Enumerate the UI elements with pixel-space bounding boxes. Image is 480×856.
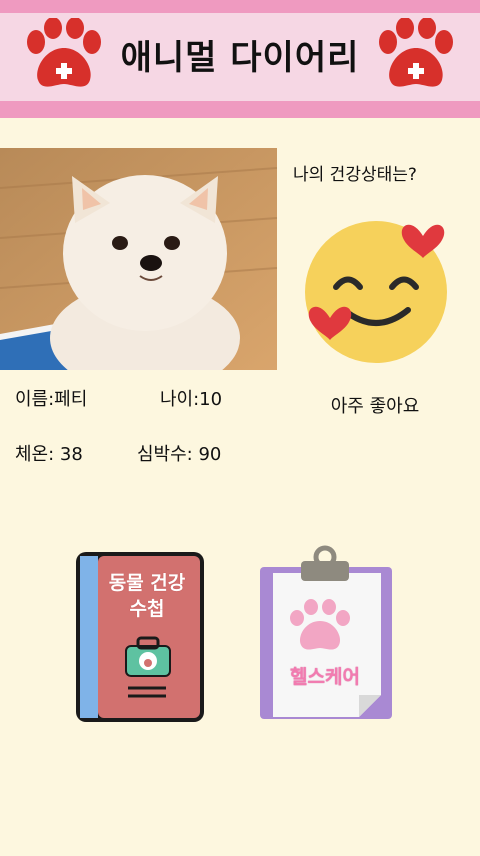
clipboard-icon [260, 545, 392, 719]
handbook-label-line1: 동물 건강 [108, 572, 186, 594]
health-status-text: 아주 좋아요 [330, 396, 420, 417]
smiling-face-with-hearts-icon [296, 212, 456, 372]
paw-medical-icon [27, 18, 101, 87]
header-top-bar [0, 0, 480, 13]
pet-photo [0, 148, 277, 370]
app-title: 애니멀 다이어리 [120, 38, 360, 78]
health-question: 나의 건강상태는? [293, 165, 417, 185]
pet-heart-rate: 심박수: 90 [137, 444, 222, 465]
header-bottom-bar [0, 101, 480, 118]
pet-temperature: 체온: 38 [15, 444, 83, 465]
paw-medical-icon [379, 18, 453, 87]
app-header: 애니멀 다이어리 [0, 0, 480, 118]
pet-name: 이름:페티 [15, 389, 88, 410]
pet-age: 나이:10 [160, 389, 223, 410]
healthcare-label: 헬스케어 [290, 666, 360, 688]
handbook-label-line2: 수첩 [129, 598, 165, 620]
health-handbook-label: 동물 건강 수첩 [92, 570, 202, 622]
health-handbook-button[interactable]: 동물 건강 수첩 [70, 548, 210, 726]
healthcare-button[interactable]: 헬스케어 [255, 545, 395, 720]
